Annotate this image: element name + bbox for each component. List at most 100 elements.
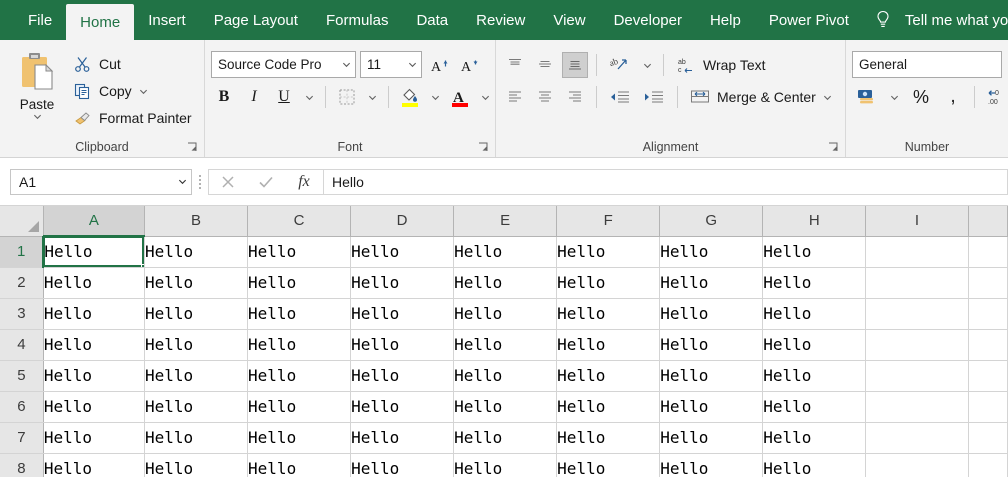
font-color-dropdown[interactable] [477,84,493,110]
column-header-f[interactable]: F [556,206,661,237]
cell-c7[interactable]: Hello [247,422,352,454]
format-painter-button[interactable]: Format Painter [68,106,196,130]
column-header-j[interactable] [968,206,1008,237]
align-bottom-button[interactable] [562,52,588,78]
cell-b7[interactable]: Hello [144,422,249,454]
alignment-dialog-launcher[interactable] [828,142,839,153]
borders-button[interactable] [334,84,360,110]
tab-data[interactable]: Data [402,0,462,40]
cell-i1[interactable] [865,236,969,268]
cell-h1[interactable]: Hello [762,236,867,268]
tab-file[interactable]: File [14,0,66,40]
tab-formulas[interactable]: Formulas [312,0,403,40]
borders-dropdown[interactable] [364,84,380,110]
fill-handle[interactable] [140,263,144,266]
cell-d2[interactable]: Hello [350,267,455,299]
cell-a2[interactable]: Hello [43,267,145,299]
cell-g2[interactable]: Hello [659,267,764,299]
cell-i5[interactable] [865,360,969,392]
font-size-combo[interactable]: 11 [360,51,422,78]
increase-indent-button[interactable] [639,84,669,110]
cell-d4[interactable]: Hello [350,329,455,361]
enter-formula-button[interactable] [247,170,285,194]
cancel-formula-button[interactable] [209,170,247,194]
copy-button[interactable]: Copy [68,79,196,103]
cell-e3[interactable]: Hello [453,298,558,330]
cell-a4[interactable]: Hello [43,329,145,361]
cut-button[interactable]: Cut [68,52,196,76]
tab-page-layout[interactable]: Page Layout [200,0,312,40]
merge-center-button[interactable]: Merge & Center [686,85,836,109]
cell-e8[interactable]: Hello [453,453,558,477]
column-header-e[interactable]: E [453,206,558,237]
tab-power-pivot[interactable]: Power Pivot [755,0,863,40]
column-header-h[interactable]: H [762,206,867,237]
column-header-g[interactable]: G [659,206,764,237]
cell-c5[interactable]: Hello [247,360,352,392]
cell-d8[interactable]: Hello [350,453,455,477]
formula-bar-resize-grip[interactable] [192,173,208,191]
align-right-button[interactable] [562,84,588,110]
tell-me-search[interactable]: Tell me what you [863,0,1008,40]
cell-c4[interactable]: Hello [247,329,352,361]
cell-a7[interactable]: Hello [43,422,145,454]
cell-g5[interactable]: Hello [659,360,764,392]
cell-i7[interactable] [865,422,969,454]
column-header-i[interactable]: I [865,206,969,237]
number-format-combo[interactable]: General [852,51,1002,78]
cell-j7[interactable] [968,422,1008,454]
cell-c1[interactable]: Hello [247,236,352,268]
cell-h5[interactable]: Hello [762,360,867,392]
column-header-c[interactable]: C [247,206,352,237]
font-dialog-launcher[interactable] [478,142,489,153]
percent-style-button[interactable]: % [906,84,936,110]
cell-j6[interactable] [968,391,1008,423]
tab-help[interactable]: Help [696,0,755,40]
cell-b4[interactable]: Hello [144,329,249,361]
cell-e2[interactable]: Hello [453,267,558,299]
align-center-button[interactable] [532,84,558,110]
cell-b8[interactable]: Hello [144,453,249,477]
fill-color-dropdown[interactable] [427,84,443,110]
decrease-decimal-button[interactable]: 0 .00 [983,84,1008,110]
tab-developer[interactable]: Developer [600,0,696,40]
cell-e1[interactable]: Hello [453,236,558,268]
orientation-button[interactable]: ab [605,52,635,78]
cell-j8[interactable] [968,453,1008,477]
orientation-dropdown[interactable] [639,52,655,78]
increase-font-size-button[interactable]: A [426,52,452,78]
cell-f6[interactable]: Hello [556,391,661,423]
cell-j4[interactable] [968,329,1008,361]
cell-e6[interactable]: Hello [453,391,558,423]
cell-h7[interactable]: Hello [762,422,867,454]
cell-i3[interactable] [865,298,969,330]
cell-f5[interactable]: Hello [556,360,661,392]
cell-c2[interactable]: Hello [247,267,352,299]
cell-b6[interactable]: Hello [144,391,249,423]
row-header-5[interactable]: 5 [0,360,44,392]
clipboard-dialog-launcher[interactable] [187,142,198,153]
cell-e7[interactable]: Hello [453,422,558,454]
row-header-4[interactable]: 4 [0,329,44,361]
cell-f3[interactable]: Hello [556,298,661,330]
italic-button[interactable]: I [241,84,267,110]
cell-b2[interactable]: Hello [144,267,249,299]
cell-d1[interactable]: Hello [350,236,455,268]
cell-b1[interactable]: Hello [144,236,249,268]
cell-a5[interactable]: Hello [43,360,145,392]
cell-d6[interactable]: Hello [350,391,455,423]
cell-e4[interactable]: Hello [453,329,558,361]
align-middle-button[interactable] [532,52,558,78]
decrease-indent-button[interactable] [605,84,635,110]
column-header-d[interactable]: D [350,206,455,237]
decrease-font-size-button[interactable]: A [456,52,482,78]
cell-j1[interactable] [968,236,1008,268]
cell-g3[interactable]: Hello [659,298,764,330]
cell-i4[interactable] [865,329,969,361]
cell-h4[interactable]: Hello [762,329,867,361]
row-header-3[interactable]: 3 [0,298,44,330]
cell-j5[interactable] [968,360,1008,392]
cell-i8[interactable] [865,453,969,477]
cell-g6[interactable]: Hello [659,391,764,423]
accounting-dropdown[interactable] [886,84,902,110]
